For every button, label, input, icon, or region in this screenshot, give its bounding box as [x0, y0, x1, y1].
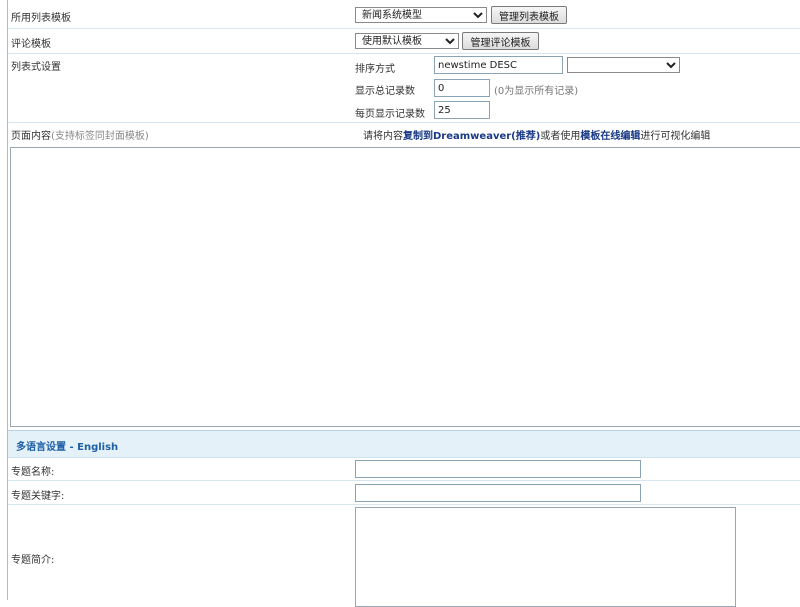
comment-template-row: 评论模板 使用默认模板 管理评论模板 [8, 29, 800, 54]
list-settings-row: 列表式设置 排序方式 显示总记录数 (0为显示所有记录) 每页显示记录数 [8, 54, 800, 123]
copy-to-dreamweaver-link[interactable]: 复制到Dreamweaver(推荐) [403, 131, 540, 142]
multilang-section-title: 多语言设置 - English [16, 442, 119, 453]
page-content-textarea[interactable] [10, 147, 800, 427]
per-page-input[interactable] [434, 101, 490, 119]
template-online-edit-link[interactable]: 模板在线编辑 [580, 131, 640, 142]
topic-intro-label: 专题简介: [11, 555, 55, 566]
topic-keywords-label: 专题关键字: [11, 491, 65, 502]
topic-intro-textarea[interactable] [355, 507, 736, 607]
sort-input[interactable] [434, 56, 563, 74]
per-page-label: 每页显示记录数 [355, 109, 425, 120]
total-records-input[interactable] [434, 79, 490, 97]
topic-keywords-row: 专题关键字: [8, 481, 800, 505]
page-content-row: 页面内容(支持标签同封面模板) 请将内容复制到Dreamweaver(推荐)或者… [8, 123, 800, 431]
hint-prefix: 请将内容 [363, 131, 403, 142]
list-settings-label: 列表式设置 [11, 62, 61, 73]
hint-suffix: 进行可视化编辑 [640, 131, 711, 142]
comment-template-label: 评论模板 [11, 39, 51, 50]
sort-label: 排序方式 [355, 64, 395, 75]
hint-middle: 或者使用 [540, 131, 581, 142]
manage-list-template-button[interactable]: 管理列表模板 [491, 6, 567, 24]
list-template-row: 所用列表模板 新闻系统模型 管理列表模板 [8, 0, 800, 29]
topic-name-input[interactable] [355, 460, 641, 478]
topic-intro-row: 专题简介: [8, 505, 800, 607]
multilang-section-header: 多语言设置 - English [8, 430, 800, 458]
page-content-label-note: (支持标签同封面模板) [51, 131, 149, 142]
topic-name-row: 专题名称: [8, 457, 800, 481]
topic-name-label: 专题名称: [11, 467, 55, 478]
page-content-label: 页面内容(支持标签同封面模板) [11, 127, 149, 142]
comment-template-select[interactable]: 使用默认模板 [355, 33, 459, 49]
manage-comment-template-button[interactable]: 管理评论模板 [462, 32, 539, 50]
topic-keywords-input[interactable] [355, 484, 641, 502]
total-records-label: 显示总记录数 [355, 86, 415, 97]
page-content-label-text: 页面内容 [11, 131, 51, 142]
page-content-hint: 请将内容复制到Dreamweaver(推荐)或者使用模板在线编辑进行可视化编辑 [363, 127, 710, 142]
list-template-select[interactable]: 新闻系统模型 [355, 7, 487, 23]
list-template-label: 所用列表模板 [11, 13, 71, 24]
sort-select[interactable] [567, 57, 680, 73]
total-records-note: (0为显示所有记录) [494, 86, 579, 97]
